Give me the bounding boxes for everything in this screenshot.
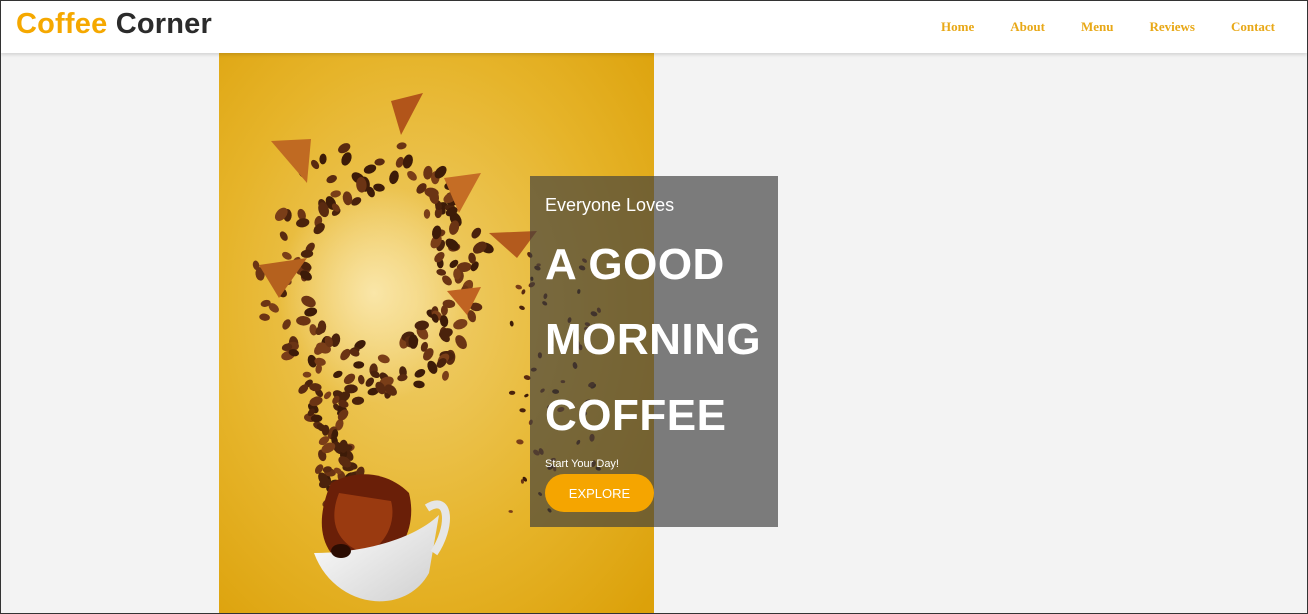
hero-subtitle: Start Your Day!	[545, 458, 619, 470]
navbar: Coffee Corner Home About Menu Reviews Co…	[1, 1, 1307, 53]
brand-part-1: Coffee	[16, 8, 108, 40]
explore-button[interactable]: EXPLORE	[545, 474, 654, 512]
hero-headline-line-3: COFFEE	[545, 391, 727, 440]
hero-small-title: Everyone Loves	[545, 195, 675, 215]
main-nav: Home About Menu Reviews Contact	[923, 19, 1293, 35]
hero-headline-line-1: A GOOD	[545, 240, 725, 289]
nav-about[interactable]: About	[992, 19, 1063, 35]
nav-home[interactable]: Home	[923, 19, 992, 35]
hero-overlay: Everyone Loves A GOOD MORNING COFFEE Sta…	[530, 176, 778, 527]
hero-headline-line-2: MORNING	[545, 315, 762, 364]
page-frame: Coffee Corner Home About Menu Reviews Co…	[0, 0, 1308, 614]
nav-menu[interactable]: Menu	[1063, 19, 1132, 35]
brand-part-2: Corner	[115, 8, 212, 40]
nav-contact[interactable]: Contact	[1213, 19, 1293, 35]
nav-reviews[interactable]: Reviews	[1131, 19, 1213, 35]
brand-logo[interactable]: Coffee Corner	[16, 8, 212, 41]
